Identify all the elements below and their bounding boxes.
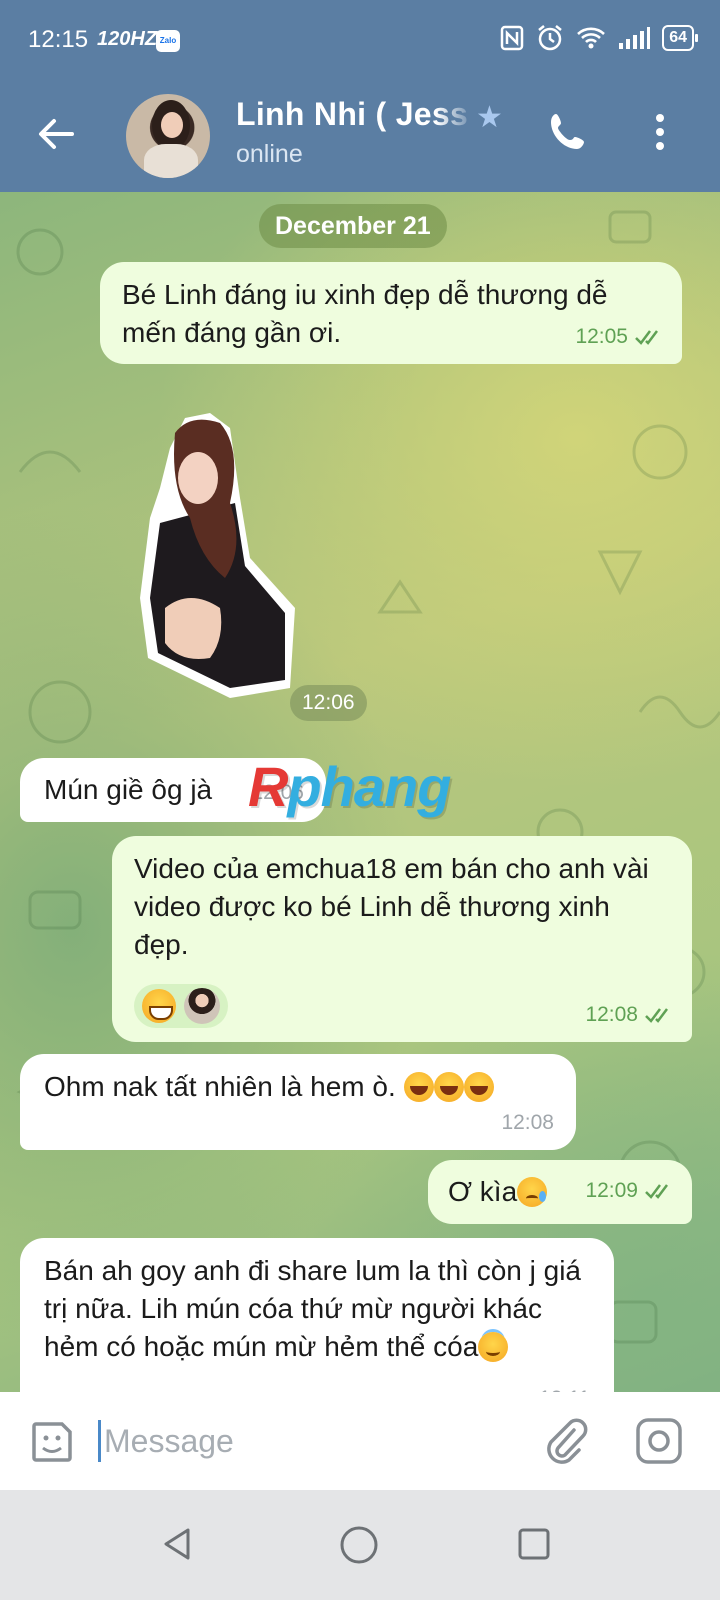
refresh-rate-indicator: 120HZ (97, 28, 158, 50)
message-meta: 12:09 (585, 1172, 674, 1210)
paperclip-icon[interactable] (542, 1416, 588, 1466)
more-options-button[interactable] (650, 110, 670, 154)
sticker-time: 12:06 (290, 685, 367, 721)
contact-avatar[interactable] (126, 94, 210, 178)
nav-home-icon[interactable] (338, 1524, 380, 1566)
signal-icon (619, 27, 651, 49)
watermark-logo: Rphang (248, 755, 451, 818)
nav-back-icon[interactable] (158, 1524, 198, 1564)
sticker-image[interactable] (130, 408, 300, 698)
message-time: 12:08 (585, 1003, 638, 1026)
text-cursor (98, 1420, 101, 1462)
double-check-icon (645, 1008, 668, 1023)
chat-area[interactable]: December 21 Bé Linh đáng iu xinh đẹp dễ … (0, 192, 720, 1420)
grinning-face-icon (142, 989, 176, 1023)
crying-face-emoji-icon (517, 1177, 548, 1207)
camera-icon[interactable] (634, 1416, 684, 1466)
status-time: 12:15 (28, 26, 89, 53)
message-time: 12:05 (575, 325, 628, 348)
message-time: 12:09 (585, 1179, 638, 1202)
message-input-bar (0, 1392, 720, 1490)
message-meta: 12:08 (585, 996, 674, 1034)
message-text: Bán ah goy anh đi share lum la thì còn j… (44, 1255, 582, 1362)
nfc-icon (500, 25, 524, 51)
message-text: Video của emchua18 em bán cho anh vài vi… (134, 853, 649, 960)
back-arrow-icon[interactable] (32, 110, 80, 158)
date-divider: December 21 (259, 204, 447, 248)
contact-name[interactable]: Linh Nhi ( Jess (236, 96, 476, 133)
status-icons: 64 (500, 24, 698, 52)
system-navigation-bar (0, 1490, 720, 1600)
reaction-chip[interactable] (134, 984, 228, 1028)
reactions-row (134, 984, 228, 1028)
star-icon: ★ (476, 101, 503, 134)
rofl-emoji-icon (403, 1072, 434, 1102)
contact-status: online (236, 140, 303, 168)
rofl-emoji-icon (433, 1072, 464, 1102)
message-text: Ohm nak tất nhiên là hem ò. (44, 1068, 552, 1106)
reactor-avatar (184, 988, 220, 1024)
status-bar: 12:15 120HZ Zalo 64 (0, 0, 720, 80)
message-bubble[interactable]: Ohm nak tất nhiên là hem ò. 12:08 (20, 1054, 576, 1150)
phone-call-button[interactable] (546, 110, 590, 154)
double-check-icon (635, 330, 658, 345)
message-meta: 12:08 (501, 1104, 554, 1142)
chat-header: Linh Nhi ( Jess ★ online (0, 80, 720, 192)
battery-icon: 64 (662, 25, 698, 51)
message-time: 12:08 (501, 1111, 554, 1134)
message-bubble[interactable]: Ơ kìa 12:09 (428, 1160, 692, 1224)
sticker-emoji-button[interactable] (28, 1418, 76, 1466)
message-input[interactable] (104, 1416, 504, 1466)
wifi-icon (577, 27, 606, 49)
double-check-icon (645, 1184, 668, 1199)
zalo-notification-icon: Zalo (156, 30, 180, 52)
message-bubble[interactable]: Bé Linh đáng iu xinh đẹp dễ thương dễ mế… (100, 262, 682, 364)
nav-recents-icon[interactable] (516, 1526, 552, 1562)
alarm-icon (538, 25, 562, 51)
rofl-emoji-icon (463, 1072, 494, 1102)
message-meta: 12:05 (575, 318, 664, 356)
message-bubble[interactable]: Video của emchua18 em bán cho anh vài vi… (112, 836, 692, 1042)
smiling-face-with-halo-emoji-icon (478, 1332, 509, 1362)
